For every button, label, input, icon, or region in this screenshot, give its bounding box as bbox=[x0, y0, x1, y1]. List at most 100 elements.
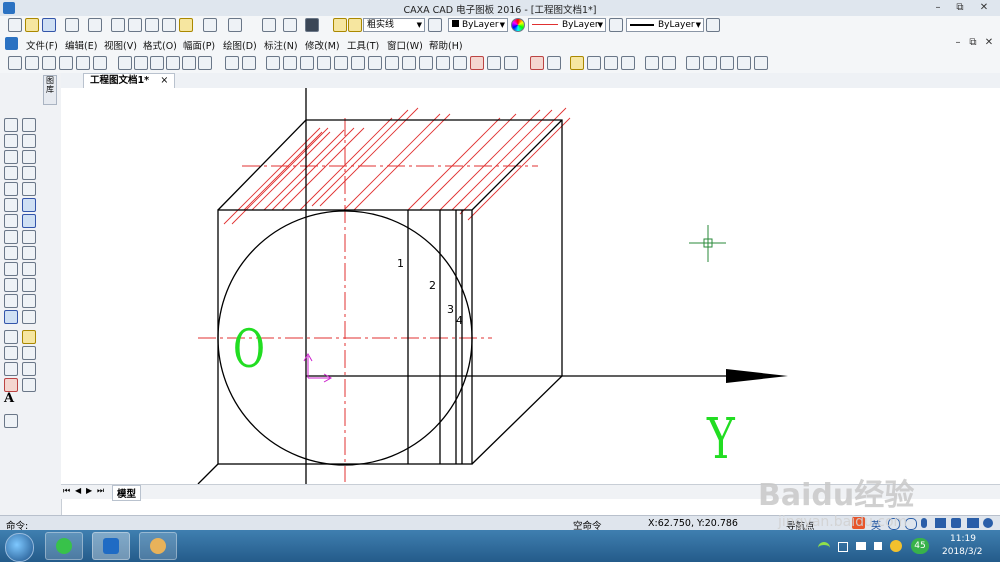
restore-button[interactable]: ⧉ bbox=[952, 1, 968, 15]
nav-prev-button[interactable]: ◀ bbox=[75, 486, 81, 495]
undo-icon[interactable] bbox=[203, 18, 217, 32]
parallel-line-icon[interactable] bbox=[4, 134, 18, 148]
menu-view[interactable]: 视图(V) bbox=[104, 38, 137, 52]
wifi-icon[interactable] bbox=[818, 542, 830, 553]
image-tool-icon[interactable] bbox=[4, 362, 18, 376]
print-icon[interactable] bbox=[88, 18, 102, 32]
centerline-tool-icon[interactable] bbox=[4, 294, 18, 308]
edit-icon[interactable] bbox=[621, 56, 635, 70]
dim-style-icon[interactable] bbox=[604, 56, 618, 70]
title-block-icon[interactable] bbox=[76, 56, 90, 70]
settings-icon[interactable] bbox=[983, 518, 993, 528]
tolerance-icon[interactable] bbox=[334, 56, 348, 70]
copy-icon[interactable] bbox=[128, 18, 142, 32]
section-icon[interactable] bbox=[453, 56, 467, 70]
open-file-icon[interactable] bbox=[25, 18, 39, 32]
menu-file[interactable]: 文件(F) bbox=[26, 38, 58, 52]
menu-sheet[interactable]: 幅面(P) bbox=[183, 38, 215, 52]
select-all-icon[interactable] bbox=[25, 56, 39, 70]
microphone-icon[interactable] bbox=[921, 518, 927, 528]
block-insert-icon[interactable] bbox=[4, 346, 18, 360]
spline-icon[interactable] bbox=[182, 56, 196, 70]
table-tool-icon[interactable] bbox=[4, 378, 18, 392]
zoom-all-icon[interactable] bbox=[754, 56, 768, 70]
erase-tool-icon[interactable] bbox=[22, 118, 36, 132]
layer-sun-icon[interactable] bbox=[348, 18, 362, 32]
nav-last-button[interactable]: ⏭ bbox=[97, 486, 104, 496]
balloon-icon[interactable] bbox=[385, 56, 399, 70]
cloud-tool-icon[interactable] bbox=[4, 278, 18, 292]
arc-length-icon[interactable] bbox=[504, 56, 518, 70]
security-icon[interactable] bbox=[890, 540, 902, 552]
array-tool-icon[interactable] bbox=[22, 198, 36, 212]
spline-tool-icon[interactable] bbox=[4, 182, 18, 196]
linear-dim-icon[interactable] bbox=[225, 56, 239, 70]
close-button[interactable]: ✕ bbox=[976, 1, 992, 15]
angular-dim-icon[interactable] bbox=[242, 56, 256, 70]
save-as-icon[interactable] bbox=[65, 18, 79, 32]
stretch-tool-icon[interactable] bbox=[22, 278, 36, 292]
document-logo-icon[interactable] bbox=[5, 37, 18, 50]
table-icon[interactable] bbox=[59, 56, 73, 70]
tab-close-icon[interactable]: × bbox=[160, 75, 168, 86]
layer-select[interactable]: 粗实线 ▼ bbox=[363, 18, 425, 32]
frame-icon[interactable] bbox=[93, 56, 107, 70]
cut-icon[interactable] bbox=[111, 18, 125, 32]
keyboard-icon[interactable] bbox=[935, 518, 946, 528]
extend-tool-icon[interactable] bbox=[22, 246, 36, 260]
trim-tool-icon[interactable] bbox=[22, 230, 36, 244]
arc-tool-icon[interactable] bbox=[4, 166, 18, 180]
tab-document[interactable]: 工程图文档1* × bbox=[83, 73, 176, 88]
hatch-icon[interactable] bbox=[166, 56, 180, 70]
doc-close-button[interactable]: ✕ bbox=[981, 36, 997, 50]
pencil-icon[interactable] bbox=[570, 56, 584, 70]
join-tool-icon[interactable] bbox=[22, 362, 36, 376]
line-tool-icon[interactable] bbox=[4, 118, 18, 132]
zoom-out-icon[interactable] bbox=[737, 56, 751, 70]
mirror-tool-icon[interactable] bbox=[22, 182, 36, 196]
taskbar-paint-button[interactable] bbox=[139, 532, 177, 560]
layer-list-icon[interactable] bbox=[645, 56, 659, 70]
doc-restore-button[interactable]: ⧉ bbox=[965, 36, 981, 50]
layout-icon[interactable] bbox=[662, 56, 676, 70]
notification-badge[interactable]: 45 bbox=[911, 538, 929, 554]
doc-minimize-button[interactable]: – bbox=[950, 36, 966, 50]
menu-format[interactable]: 格式(O) bbox=[143, 38, 177, 52]
break-line-icon[interactable] bbox=[134, 56, 148, 70]
chamfer-tool-icon[interactable] bbox=[22, 294, 36, 308]
help-icon[interactable] bbox=[305, 18, 319, 32]
explode-tool-icon[interactable] bbox=[22, 330, 36, 344]
text-style-icon[interactable] bbox=[587, 56, 601, 70]
network-icon[interactable] bbox=[856, 542, 866, 550]
pan-icon[interactable] bbox=[686, 56, 700, 70]
projection-icon[interactable] bbox=[547, 56, 561, 70]
hole-icon[interactable] bbox=[198, 56, 212, 70]
magnet-icon[interactable] bbox=[530, 56, 544, 70]
nav-first-button[interactable]: ⏮ bbox=[63, 486, 70, 496]
properties-icon[interactable] bbox=[262, 18, 276, 32]
tab-model[interactable]: 模型 bbox=[112, 485, 142, 501]
rotate-tool-icon[interactable] bbox=[22, 166, 36, 180]
drawing-svg[interactable] bbox=[61, 88, 1000, 484]
drawing-canvas[interactable]: 1 2 3 4 O Y bbox=[61, 88, 1000, 484]
bom-icon[interactable] bbox=[419, 56, 433, 70]
gift-icon[interactable] bbox=[951, 518, 961, 528]
nav-next-button[interactable]: ▶ bbox=[86, 486, 92, 495]
fillet-tool-icon[interactable] bbox=[22, 310, 36, 324]
polyline-tool-icon[interactable] bbox=[4, 262, 18, 276]
point-tool-icon[interactable] bbox=[4, 198, 18, 212]
angle-line-icon[interactable] bbox=[4, 330, 18, 344]
color-select[interactable]: ByLayer ▼ bbox=[448, 18, 508, 32]
taskbar-caxa-button[interactable] bbox=[92, 532, 130, 560]
taper-icon[interactable] bbox=[436, 56, 450, 70]
linetype-select[interactable]: ByLayer ▼ bbox=[528, 18, 606, 32]
clock-time[interactable]: 11:19 bbox=[950, 534, 976, 544]
align-tool-icon[interactable] bbox=[22, 378, 36, 392]
match-properties-icon[interactable] bbox=[179, 18, 193, 32]
text-tool-icon[interactable]: A bbox=[4, 391, 14, 406]
menu-edit[interactable]: 编辑(E) bbox=[65, 38, 97, 52]
minimize-button[interactable]: – bbox=[930, 1, 946, 15]
library-side-tab[interactable]: 图库 bbox=[43, 75, 57, 105]
point-style-icon[interactable] bbox=[470, 56, 484, 70]
copy-tool-icon[interactable] bbox=[22, 150, 36, 164]
